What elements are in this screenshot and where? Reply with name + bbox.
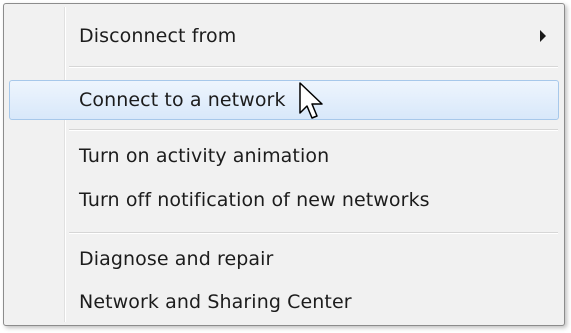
- menu-item-disconnect-from[interactable]: Disconnect from: [9, 16, 559, 56]
- chevron-right-icon: [540, 30, 546, 42]
- mouse-cursor-icon: [299, 82, 323, 119]
- network-context-menu: Disconnect from Connect to a network Tur…: [3, 3, 565, 326]
- menu-item-label: Connect to a network: [79, 89, 286, 111]
- menu-separator: [69, 232, 558, 234]
- menu-item-turn-on-activity-animation[interactable]: Turn on activity animation: [9, 136, 559, 176]
- menu-item-diagnose-and-repair[interactable]: Diagnose and repair: [9, 239, 559, 279]
- menu-item-label: Disconnect from: [79, 25, 237, 47]
- menu-item-network-and-sharing-center[interactable]: Network and Sharing Center: [9, 282, 559, 322]
- menu-item-label: Turn on activity animation: [79, 145, 330, 167]
- menu-item-connect-to-network[interactable]: Connect to a network: [9, 80, 559, 120]
- menu-separator: [69, 66, 558, 68]
- menu-item-label: Turn off notification of new networks: [79, 189, 430, 211]
- menu-item-label: Network and Sharing Center: [79, 291, 352, 313]
- menu-item-turn-off-notification[interactable]: Turn off notification of new networks: [9, 180, 559, 220]
- menu-item-label: Diagnose and repair: [79, 248, 274, 270]
